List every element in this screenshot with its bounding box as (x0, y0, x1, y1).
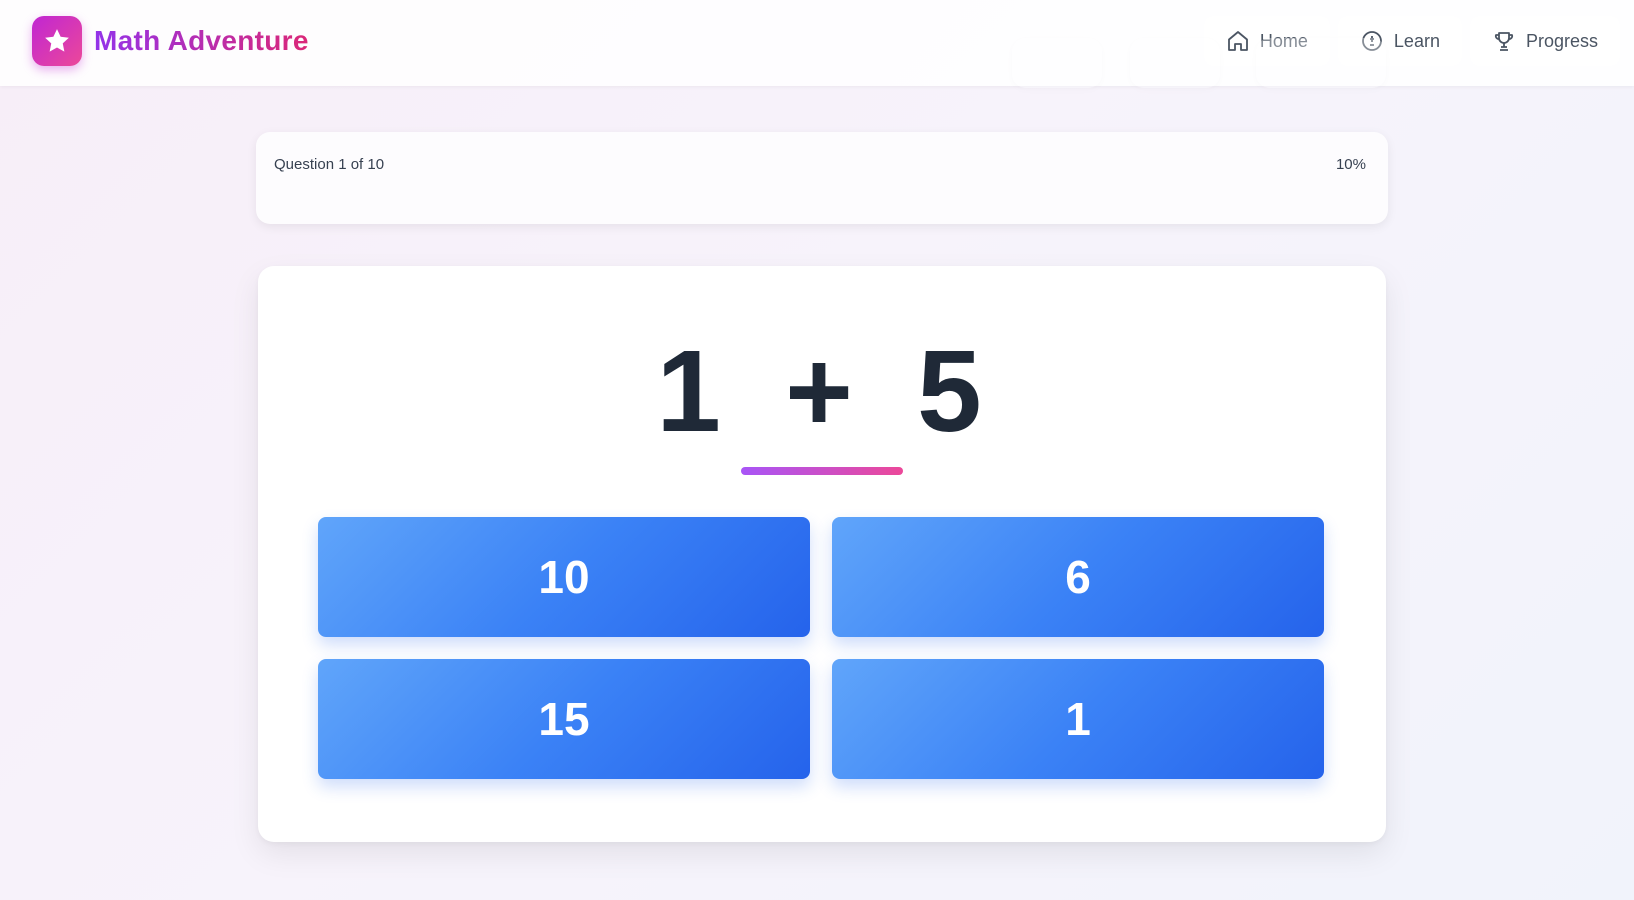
answer-option-button[interactable]: 1 (832, 659, 1324, 779)
answer-option-button[interactable]: 15 (318, 659, 810, 779)
answer-option-button[interactable]: 6 (832, 517, 1324, 637)
star-icon (32, 16, 82, 66)
nav-item-label: Progress (1525, 30, 1598, 51)
answer-option-button[interactable]: 10 (318, 517, 810, 637)
brand[interactable]: Math Adventure (32, 16, 309, 66)
home-icon (1228, 31, 1248, 51)
background-chip (1012, 38, 1102, 88)
nav-item-progress[interactable]: Progress (1469, 16, 1620, 66)
question-card: 1 + 5 10 6 15 1 (258, 266, 1386, 842)
progress-percent: 10% (1335, 156, 1366, 173)
background-chip (1130, 38, 1220, 88)
question-underline (741, 467, 903, 475)
progress-label: Question 1 of 10 (274, 156, 385, 173)
nav-item-label: Learn (1393, 30, 1440, 51)
question-text: 1 + 5 (656, 326, 988, 456)
background-chip (1256, 38, 1386, 88)
answer-options: 10 6 15 1 (318, 517, 1326, 779)
top-header: Math Adventure Home Learn Progress (0, 0, 1634, 86)
progress-card: Question 1 of 10 10% (256, 132, 1388, 224)
app-title: Math Adventure (94, 25, 309, 56)
trophy-icon (1494, 32, 1514, 51)
